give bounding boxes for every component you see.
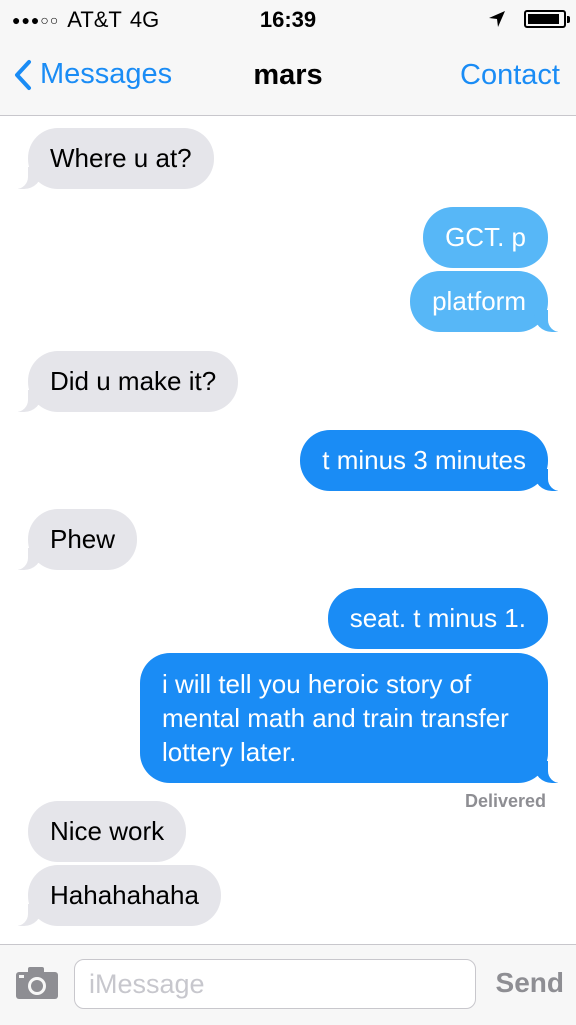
contact-button[interactable]: Contact [460, 59, 560, 92]
message-bubble-outgoing[interactable]: platform [410, 271, 568, 332]
delivered-status: Delivered [464, 791, 546, 811]
message-bubble-outgoing[interactable]: seat. t minus 1. [327, 588, 548, 649]
status-right [488, 10, 570, 28]
message-bubble-incoming[interactable]: Phew [7, 509, 138, 570]
message-thread[interactable]: Where u at? GCT. p platform Did u make i… [0, 116, 576, 944]
navigation-bar: Messages mars Contact [0, 40, 576, 116]
status-bar: ●●●○○ AT&T 4G 16:39 [0, 0, 576, 40]
imessage-input[interactable] [74, 959, 476, 1009]
location-arrow-icon [489, 11, 505, 27]
message-bubble-outgoing[interactable]: t minus 3 minutes [300, 430, 568, 491]
message-bubble-incoming[interactable]: Did u make it? [7, 351, 239, 412]
message-bubble-incoming[interactable]: Where u at? [8, 128, 214, 189]
battery-icon [524, 10, 570, 28]
compose-bar: Send [0, 944, 576, 1025]
camera-button[interactable] [14, 965, 60, 1006]
message-bubble-outgoing[interactable]: GCT. p [423, 207, 548, 268]
camera-icon [16, 967, 58, 999]
message-bubble-incoming[interactable]: Nice work [28, 801, 187, 862]
send-button[interactable]: Send [496, 967, 564, 999]
message-bubble-incoming[interactable]: Hahahahaha [8, 865, 221, 926]
message-bubble-outgoing[interactable]: i will tell you heroic story of mental m… [140, 653, 568, 783]
